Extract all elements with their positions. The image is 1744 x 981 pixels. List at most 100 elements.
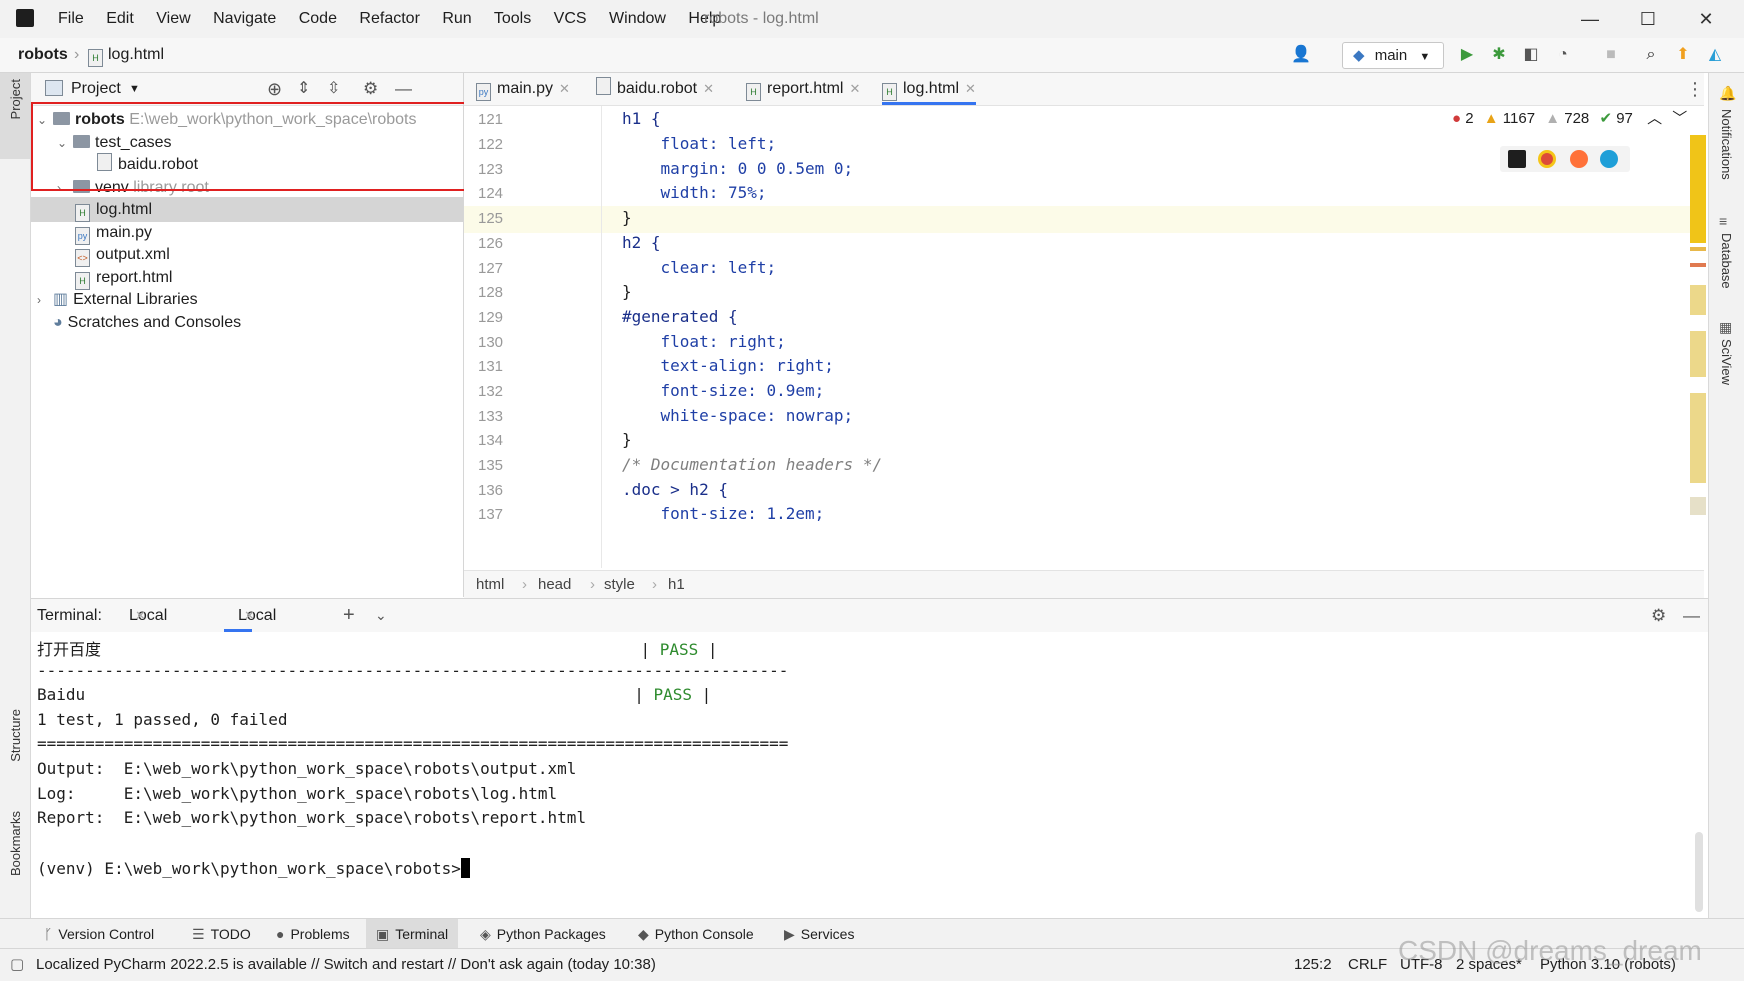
bookmarks-tool-label[interactable]: Bookmarks [8,811,23,876]
edge-icon[interactable] [1600,150,1618,168]
gear-icon[interactable]: ⚙ [1651,599,1666,632]
code-editor[interactable]: h1 { float: left; margin: 0 0 0.5em 0; w… [604,106,1704,568]
close-tab-icon[interactable]: ✕ [559,81,570,96]
scratches-icon: ◕ [53,314,63,331]
sciview-tool-label[interactable]: SciView [1719,339,1734,385]
tool-services[interactable]: ▶ Services [784,919,854,949]
terminal-line: Output: E:\web_work\python_work_space\ro… [37,759,577,778]
nav-project[interactable]: robots [18,38,68,72]
chevron-right-icon[interactable]: › [37,288,53,313]
tree-item-log-html[interactable]: Hlog.html [75,197,152,222]
run-config-selector[interactable]: ◆ main ▼ [1342,42,1444,69]
tab-main-py[interactable]: py main.py ✕ [476,73,570,105]
code-line: margin: 0 0 0.5em 0; [622,159,854,178]
tool-version-control[interactable]: ᚴ Version Control [44,919,154,949]
line-number: 131 [478,358,504,375]
close-tab-icon[interactable]: ✕ [849,81,860,96]
terminal-scrollbar[interactable] [1695,832,1703,912]
caret-position[interactable]: 125:2 [1294,949,1332,981]
breadcrumb-item[interactable]: h1 [668,571,685,598]
tab-baidu-robot[interactable]: baidu.robot ✕ [596,73,714,105]
maximize-button[interactable]: ☐ [1620,0,1676,38]
profile-icon[interactable]: ◔ [1552,44,1574,66]
code-line: h2 { [622,233,661,252]
tab-label: main.py [497,80,554,97]
nav-separator-icon: › [74,46,80,63]
tool-python-packages[interactable]: ◈ Python Packages [480,919,606,949]
debug-icon[interactable]: ✱ [1488,44,1510,66]
tool-python-console[interactable]: ◆ Python Console [638,919,754,949]
menu-navigate[interactable]: Navigate [213,10,276,27]
line-separator[interactable]: CRLF [1348,949,1387,981]
tab-report-html[interactable]: Hreport.html ✕ [746,73,860,105]
tree-item-output-xml[interactable]: <> output.xml [75,242,170,267]
breadcrumb-item[interactable]: style [604,571,635,598]
console-icon: ◆ [638,926,649,942]
menu-window[interactable]: Window [609,10,666,27]
close-tab-icon[interactable]: ✕ [965,81,976,96]
close-window-button[interactable]: ✕ [1678,0,1734,38]
run-icon[interactable]: ▶ [1456,44,1478,66]
tool-label: Python Packages [496,926,606,942]
bell-icon[interactable]: 🔔 [1719,85,1736,102]
inspections-widget[interactable]: ● 2 ▲ 1167 ▲ 728 ✔ 97 ︿ ﹀ [1452,108,1687,130]
hide-panel-icon[interactable]: — [395,73,412,105]
chevron-down-icon[interactable]: ▼ [129,73,140,105]
menu-tools[interactable]: Tools [494,10,531,27]
tool-terminal[interactable]: ▣ Terminal [366,919,459,949]
search-icon[interactable]: ⌕ [1640,44,1662,66]
minimize-button[interactable]: — [1562,0,1618,38]
jetbrains-icon[interactable]: ◭ [1704,44,1726,66]
menu-run[interactable]: Run [442,10,471,27]
stop-icon[interactable]: ■ [1600,44,1622,66]
hide-panel-icon[interactable]: — [1683,599,1700,632]
status-bar: ▢ Localized PyCharm 2022.2.5 is availabl… [0,935,1744,981]
tool-todo[interactable]: ☰ TODO [192,919,251,949]
update-icon[interactable]: ⬆ [1672,44,1694,66]
close-tab-icon[interactable]: ✕ [244,599,255,632]
notifications-tool-label[interactable]: Notifications [1719,109,1734,180]
close-tab-icon[interactable]: ✕ [135,599,146,632]
tab-local-3[interactable]: Local (3)✕ [224,599,276,657]
nav-file[interactable]: log.html [108,38,164,72]
previous-problem-icon[interactable]: ︿ [1647,110,1662,127]
right-tool-strip: 🔔 Notifications ≡ Database ▦ SciView [1708,73,1744,918]
locate-icon[interactable]: ⊕ [267,73,282,105]
chrome-icon[interactable] [1538,150,1556,168]
coverage-icon[interactable]: ◧ [1520,44,1542,66]
tree-item-scratches[interactable]: ◕ Scratches and Consoles [53,310,241,335]
menu-refactor[interactable]: Refactor [359,10,419,27]
project-panel-title[interactable]: Project [71,73,121,105]
close-tab-icon[interactable]: ✕ [703,81,714,96]
database-tool-label[interactable]: Database [1719,233,1734,289]
next-problem-icon[interactable]: ﹀ [1672,110,1687,127]
status-window-icon[interactable]: ▢ [10,949,24,981]
pycharm-preview-icon[interactable] [1508,150,1526,168]
menu-edit[interactable]: Edit [106,10,134,27]
tree-item-external-libraries[interactable]: › ▥ External Libraries [37,287,198,312]
error-stripe[interactable] [1690,135,1708,525]
structure-tool-label[interactable]: Structure [8,709,23,762]
user-icon[interactable]: 👤 [1290,44,1312,66]
terminal-output[interactable]: 打开百度 | PASS | --------------------------… [31,632,1708,917]
highlight-box [31,102,473,191]
more-tabs-icon[interactable]: ⋮ [1686,73,1704,105]
tab-label: log.html [903,80,960,97]
tab-log-html[interactable]: Hlog.html ✕ [882,73,976,105]
firefox-icon[interactable] [1570,150,1588,168]
chevron-down-icon[interactable]: ⌄ [375,599,387,632]
menu-vcs[interactable]: VCS [554,10,587,27]
expand-all-icon[interactable]: ⇕ [297,73,310,105]
menu-code[interactable]: Code [299,10,337,27]
new-tab-icon[interactable]: + [343,599,355,632]
terminal-text: | [692,685,712,704]
project-tool-tab[interactable]: Project [0,73,30,159]
collapse-all-icon[interactable]: ⇳ [327,73,340,105]
tool-problems[interactable]: ● Problems [276,919,350,949]
menu-view[interactable]: View [156,10,190,27]
breadcrumb-item[interactable]: head [538,571,571,598]
menu-file[interactable]: File [58,10,84,27]
breadcrumb-item[interactable]: html [476,571,504,598]
gear-icon[interactable]: ⚙ [363,73,378,105]
status-message[interactable]: Localized PyCharm 2022.2.5 is available … [36,949,656,981]
